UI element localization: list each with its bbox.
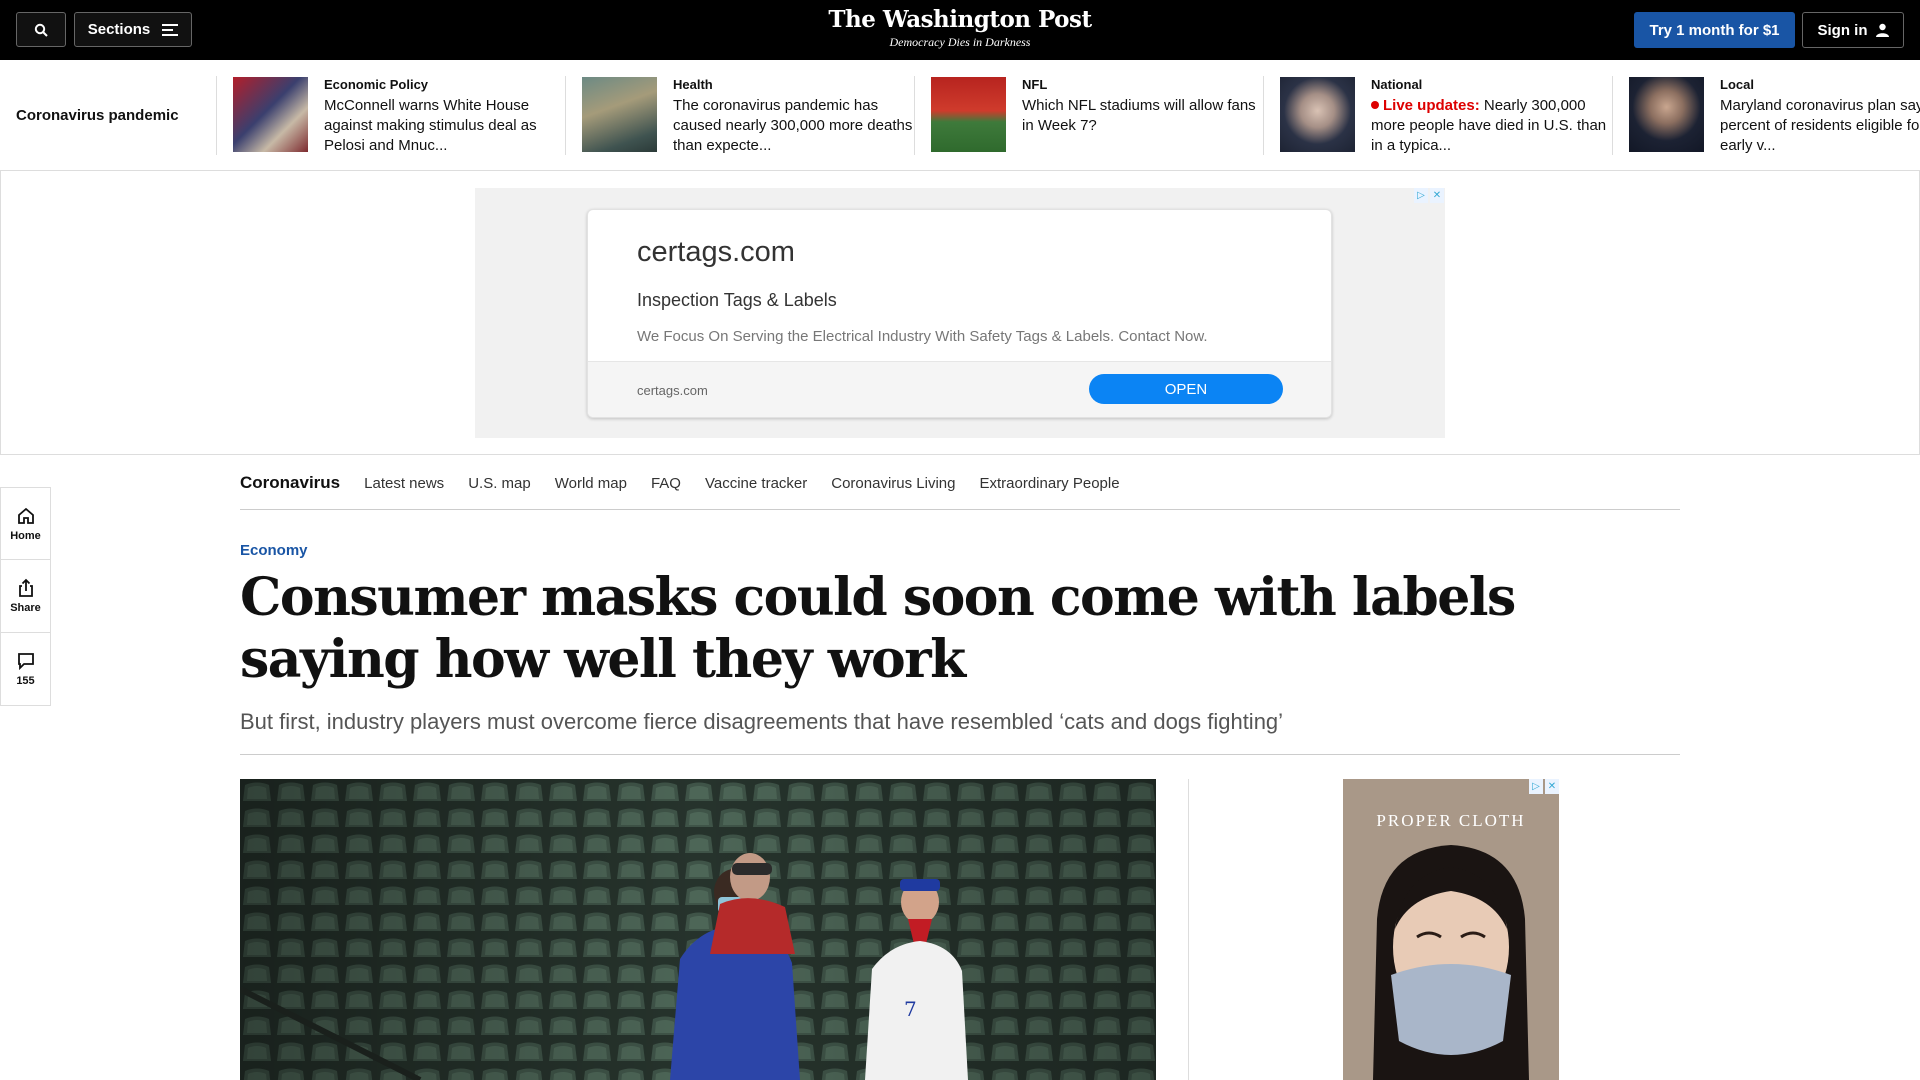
divider (240, 754, 1680, 755)
strip-kicker: NFL (1022, 77, 1048, 92)
user-icon (1875, 23, 1889, 37)
live-dot-icon (1371, 101, 1379, 109)
strip-thumbnail (582, 77, 657, 152)
menu-icon (162, 23, 179, 36)
top-bar: Sections The Washington Post Democracy D… (0, 0, 1920, 60)
sections-button[interactable]: Sections (74, 12, 192, 47)
site-logo[interactable]: The Washington Post Democracy Dies in Da… (760, 6, 1160, 50)
sign-in-label: Sign in (1817, 21, 1868, 39)
subnav-coronavirus[interactable]: Coronavirus (240, 473, 340, 493)
strip-kicker: Economic Policy (324, 77, 429, 92)
strip-divider (216, 76, 217, 155)
ad-close-icon: ✕ (1545, 779, 1559, 794)
strip-item-health[interactable]: Health The coronavirus pandemic has caus… (582, 77, 912, 157)
strip-item-nfl[interactable]: NFL Which NFL stadiums will allow fans i… (931, 77, 1261, 157)
subscribe-button[interactable]: Try 1 month for $1 (1634, 12, 1795, 48)
article-headline: Consumer masks could soon come with labe… (240, 567, 1516, 690)
svg-text:7: 7 (904, 997, 917, 1021)
subnav-vaccine-tracker[interactable]: Vaccine tracker (705, 475, 807, 492)
comment-icon (17, 653, 34, 671)
strip-thumbnail (1629, 77, 1704, 152)
strip-item-economic-policy[interactable]: Economic Policy McConnell warns White Ho… (233, 77, 563, 157)
strip-kicker: National (1371, 77, 1423, 92)
home-label: Home (10, 529, 41, 542)
strip-item-local[interactable]: Local Maryland coronavirus plan says 14 … (1629, 77, 1920, 157)
comments-button[interactable]: 155 (0, 633, 51, 706)
lead-image[interactable]: 7 (240, 779, 1156, 1080)
ad-info-icon: ▷ (1529, 779, 1543, 794)
ad-card[interactable]: certags.com Inspection Tags & Labels We … (587, 209, 1332, 418)
strip-divider (1612, 76, 1613, 155)
ad-title: Inspection Tags & Labels (637, 290, 837, 310)
ad-close-icon: ✕ (1430, 188, 1444, 203)
side-ad[interactable]: PROPER CLOTH (1343, 779, 1559, 1080)
left-rail: Home Share 155 (0, 487, 51, 706)
strip-headline: The coronavirus pandemic has caused near… (673, 97, 913, 154)
comment-count: 155 (16, 675, 35, 687)
strip-headline: Which NFL stadiums will allow fans in We… (1022, 97, 1256, 134)
ad-footer-url: certags.com (637, 383, 708, 398)
sign-in-button[interactable]: Sign in (1802, 12, 1904, 48)
subnav-us-map[interactable]: U.S. map (468, 475, 531, 492)
ad-info-icon: ▷ (1414, 188, 1428, 203)
home-icon (17, 507, 34, 524)
subnav-world-map[interactable]: World map (555, 475, 627, 492)
section-subnav: Coronavirus Latest news U.S. map World m… (240, 457, 1680, 510)
strip-kicker: Local (1720, 77, 1754, 92)
strip-headline: Maryland coronavirus plan says 14 percen… (1720, 97, 1920, 154)
ad-footer: certags.com OPEN (588, 361, 1331, 417)
share-label: Share (10, 602, 41, 614)
subnav-coronavirus-living[interactable]: Coronavirus Living (831, 475, 955, 492)
ad-choices[interactable]: ▷ ✕ (1414, 188, 1444, 203)
subnav-latest-news[interactable]: Latest news (364, 475, 444, 492)
trending-strip: Coronavirus pandemic Economic Policy McC… (0, 60, 1920, 171)
article-kicker[interactable]: Economy (240, 542, 308, 559)
side-ad-brand: PROPER CLOTH (1376, 811, 1526, 830)
search-button[interactable] (16, 12, 66, 47)
strip-item-national[interactable]: National Live updates: Nearly 300,000 mo… (1280, 77, 1610, 157)
article-dek: But first, industry players must overcom… (240, 709, 1284, 734)
strip-divider (565, 76, 566, 155)
live-label: Live updates: (1383, 97, 1480, 114)
search-icon (34, 23, 48, 37)
logo-text: The Washington Post (828, 6, 1092, 33)
strip-divider (1263, 76, 1264, 155)
strip-headline: McConnell warns White House against maki… (324, 97, 537, 154)
sections-label: Sections (87, 21, 151, 38)
share-icon (18, 578, 33, 597)
home-button[interactable]: Home (0, 487, 51, 560)
strip-kicker: Health (673, 77, 713, 92)
side-ad-choices[interactable]: ▷ ✕ (1529, 779, 1559, 794)
strip-thumbnail (233, 77, 308, 152)
ad-open-button[interactable]: OPEN (1089, 374, 1283, 404)
lead-photo: 7 (240, 779, 1156, 1080)
strip-headline: Live updates: Nearly 300,000 more people… (1371, 96, 1615, 156)
strip-thumbnail (931, 77, 1006, 152)
column-divider (1188, 779, 1189, 1080)
ad-domain: certags.com (637, 236, 795, 268)
strip-label[interactable]: Coronavirus pandemic (16, 107, 179, 124)
ad-description: We Focus On Serving the Electrical Indus… (637, 328, 1208, 345)
tagline: Democracy Dies in Darkness (889, 35, 1031, 49)
subnav-extraordinary-people[interactable]: Extraordinary People (979, 475, 1119, 492)
strip-divider (914, 76, 915, 155)
subnav-faq[interactable]: FAQ (651, 475, 681, 492)
share-button[interactable]: Share (0, 560, 51, 633)
strip-thumbnail (1280, 77, 1355, 152)
